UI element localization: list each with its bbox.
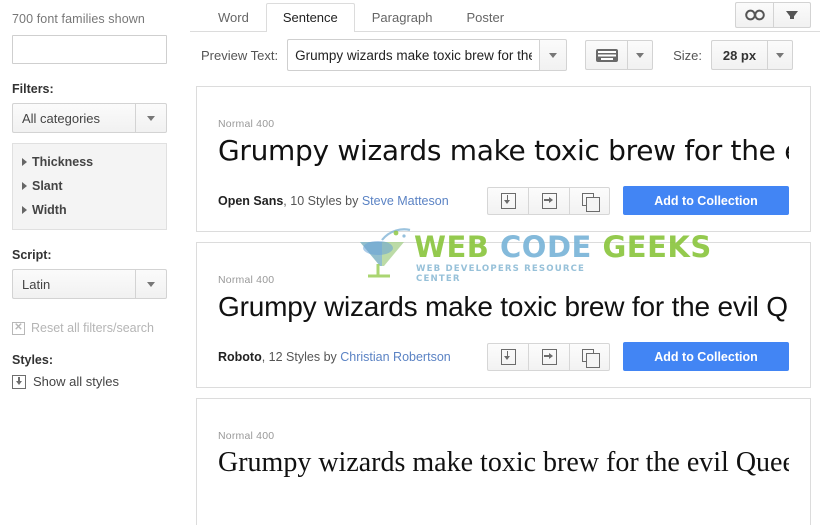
copy-icon [582,349,600,368]
script-dropdown-button[interactable] [135,269,167,299]
quick-use-button[interactable] [528,342,569,371]
size-control: 28 px [710,40,793,70]
reset-filters-button[interactable]: ✕ Reset all filters/search [12,321,178,335]
font-weight-label: Normal 400 [218,430,275,442]
chevron-down-icon [147,281,155,287]
tab-sentence[interactable]: Sentence [265,3,355,32]
google-fonts-page: 700 font families shown Filters: All cat… [0,0,820,525]
font-designer-link[interactable]: Christian Robertson [340,350,450,364]
chevron-down-icon [549,52,558,58]
quick-use-icon [541,192,557,209]
toolbar-actions [735,2,811,28]
script-select-value[interactable]: Latin [12,269,135,299]
chevron-down-icon [147,115,155,121]
category-select-value[interactable]: All categories [12,103,135,133]
download-font-button[interactable] [487,186,528,215]
filter-thickness-label: Thickness [32,155,94,169]
font-card[interactable]: Normal 400 Grumpy wizards make toxic bre… [196,398,811,525]
size-label: Size: [673,47,702,63]
font-sample-text: Grumpy wizards make toxic brew for the e… [218,291,788,322]
triangle-right-icon [22,182,27,190]
filter-width[interactable]: Width [13,198,166,222]
filter-accordion: Thickness Slant Width [12,143,167,230]
size-value[interactable]: 28 px [710,40,767,70]
font-weight-label: Normal 400 [218,118,275,130]
chevron-down-icon [636,52,645,58]
keyboard-icon [595,48,618,62]
reset-filters-label: Reset all filters/search [31,321,154,335]
font-card-footer: Open Sans, 10 Styles by Steve Matteson A… [218,186,789,215]
styles-label: Styles: [12,353,53,367]
quick-use-button[interactable] [528,186,569,215]
font-card[interactable]: Normal 400 Grumpy wizards make toxic bre… [196,86,811,232]
download-box-icon [500,192,516,209]
keyboard-dropdown-button[interactable] [627,40,654,70]
preview-text-label: Preview Text: [201,47,279,63]
keyboard-control [585,40,654,70]
font-weight-label: Normal 400 [218,274,275,286]
font-sample-text: Grumpy wizards make toxic brew for the e… [218,134,789,167]
main-panel: Word Sentence Paragraph Poster Preview T… [190,0,820,525]
font-actions [487,342,610,371]
preview-text-dropdown-button[interactable] [539,39,568,71]
font-actions [487,186,610,215]
keyboard-button[interactable] [585,40,628,70]
copy-font-button[interactable] [569,342,610,371]
filter-slant-label: Slant [32,179,63,193]
download-box-icon [500,348,516,365]
font-sample-text: Grumpy wizards make toxic brew for the e… [218,447,789,478]
tab-paragraph[interactable]: Paragraph [355,3,450,32]
triangle-right-icon [22,206,27,214]
triangle-right-icon [22,158,27,166]
link-button[interactable] [735,2,773,28]
font-families-count: 700 font families shown [12,12,145,26]
category-select[interactable]: All categories [12,103,167,133]
font-name: Roboto [218,349,262,364]
size-dropdown-button[interactable] [766,40,793,70]
preview-text-input[interactable] [287,39,540,71]
download-button[interactable] [773,2,811,28]
chevron-down-icon [775,52,784,58]
add-to-collection-button[interactable]: Add to Collection [623,342,789,371]
script-label: Script: [12,248,52,262]
font-styles-count: , 12 Styles by [261,349,341,364]
font-meta: Roboto, 12 Styles by Christian Robertson [218,350,451,364]
copy-icon [582,193,600,212]
category-dropdown-button[interactable] [135,103,167,133]
quick-use-icon [541,348,557,365]
download-box-icon [12,374,26,389]
filters-label: Filters: [12,82,54,96]
font-card-list: Normal 400 Grumpy wizards make toxic bre… [196,86,811,525]
font-meta: Open Sans, 10 Styles by Steve Matteson [218,194,449,208]
copy-font-button[interactable] [569,186,610,215]
preview-tabs: Word Sentence Paragraph Poster [190,0,820,32]
filter-slant[interactable]: Slant [13,174,166,198]
show-all-styles-label: Show all styles [33,374,119,389]
tab-word[interactable]: Word [201,3,266,32]
filter-thickness[interactable]: Thickness [13,150,166,174]
show-all-styles-button[interactable]: Show all styles [12,374,178,389]
preview-text-control [287,39,568,71]
font-name: Open Sans [218,193,284,208]
font-styles-count: , 10 Styles by [283,193,362,208]
download-font-button[interactable] [487,342,528,371]
filter-width-label: Width [32,203,67,217]
font-card[interactable]: Normal 400 Grumpy wizards make toxic bre… [196,242,811,388]
preview-controls: Preview Text: Size: 28 px [190,32,820,78]
font-card-footer: Roboto, 12 Styles by Christian Robertson [218,342,789,371]
search-input[interactable] [12,35,167,64]
font-designer-link[interactable]: Steve Matteson [362,194,449,208]
add-to-collection-button[interactable]: Add to Collection [623,186,789,215]
sidebar: 700 font families shown Filters: All cat… [0,0,190,525]
x-box-icon: ✕ [12,321,25,335]
tab-poster[interactable]: Poster [449,3,521,32]
script-select[interactable]: Latin [12,269,167,299]
link-icon [744,9,765,21]
download-arrow-icon [786,11,798,19]
